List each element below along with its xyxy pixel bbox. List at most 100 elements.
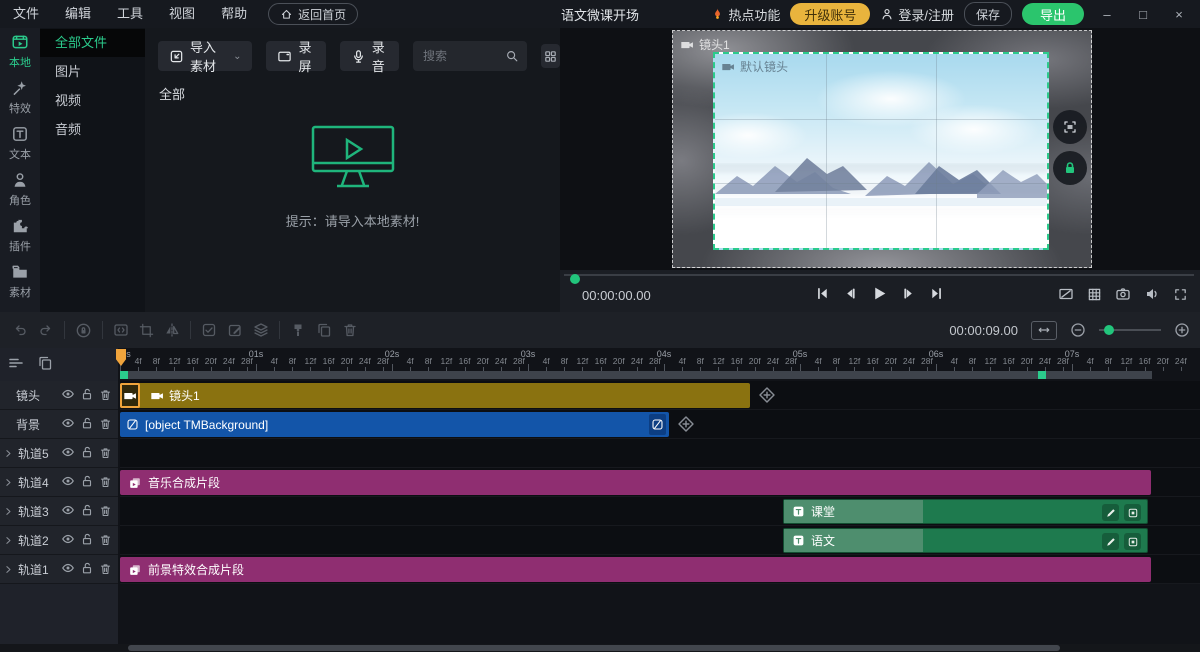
redo-button[interactable]	[38, 322, 54, 338]
timeline-scrollbar-thumb[interactable]	[128, 645, 1060, 651]
edit-clip-button[interactable]	[227, 322, 243, 338]
crop-button[interactable]	[139, 323, 154, 338]
sidebar-item-素材[interactable]: 素材	[0, 258, 40, 304]
video-canvas[interactable]: 镜头1 默认镜头	[672, 30, 1092, 268]
track-header-轨道5[interactable]: 轨道5	[0, 439, 118, 468]
animate-pen-icon[interactable]	[1102, 533, 1119, 550]
clip-frame-icon[interactable]	[1124, 533, 1141, 550]
expand-chevron-icon[interactable]	[0, 447, 16, 460]
clip-音乐合成片段[interactable]: 音乐合成片段	[120, 470, 1151, 495]
camera-marker[interactable]	[1038, 371, 1046, 379]
clip-frame-icon[interactable]	[1124, 504, 1141, 521]
undo-button[interactable]	[12, 322, 28, 338]
maximize-button[interactable]: □	[1130, 7, 1156, 22]
library-item-视频[interactable]: 视频	[40, 87, 145, 115]
flip-button[interactable]	[164, 322, 180, 338]
clip-fade-section[interactable]: 语文	[784, 529, 923, 552]
timeline-zoom-handle[interactable]	[1104, 325, 1114, 335]
import-material-button[interactable]: 导入素材 ⌄	[158, 40, 253, 74]
selected-camera-keyframe[interactable]	[120, 383, 140, 408]
volume-icon[interactable]	[1144, 286, 1160, 302]
track-delete-icon[interactable]	[99, 474, 112, 490]
search-input[interactable]	[420, 48, 505, 64]
step-back-button[interactable]	[843, 286, 858, 301]
track-header-轨道3[interactable]: 轨道3	[0, 497, 118, 526]
library-item-全部文件[interactable]: 全部文件	[40, 29, 145, 57]
menu-帮助[interactable]: 帮助	[208, 0, 260, 28]
login-button[interactable]: 登录/注册	[880, 5, 954, 24]
grid-overlay-icon[interactable]	[1087, 287, 1102, 302]
add-keyframe-button[interactable]	[677, 415, 695, 433]
step-forward-button[interactable]	[901, 286, 916, 301]
zoom-out-button[interactable]	[1070, 322, 1086, 338]
minimize-button[interactable]: –	[1094, 7, 1120, 22]
sidebar-item-插件[interactable]: 插件	[0, 212, 40, 258]
close-button[interactable]: ×	[1166, 7, 1192, 22]
delete-button[interactable]	[342, 322, 358, 338]
menu-文件[interactable]: 文件	[0, 0, 52, 28]
track-header-轨道4[interactable]: 轨道4	[0, 468, 118, 497]
select-mode-button[interactable]	[201, 322, 217, 338]
code-snippet-button[interactable]	[113, 322, 129, 338]
skip-end-button[interactable]	[929, 286, 944, 301]
timeline-overview-strip[interactable]	[120, 371, 1152, 379]
track-visibility-icon[interactable]	[61, 416, 75, 432]
record-screen-button[interactable]: 录屏	[266, 40, 326, 74]
layers-button[interactable]	[253, 322, 269, 338]
add-keyframe-button[interactable]	[758, 386, 776, 404]
default-camera-region[interactable]: 默认镜头	[713, 52, 1049, 250]
duplicate-track-icon[interactable]	[37, 355, 53, 371]
track-lock-icon[interactable]	[80, 474, 94, 490]
play-button[interactable]	[871, 285, 888, 302]
timeline-ruler[interactable]: 0s 4f 8f 12f 16f 20f 24f 28f 01s 4f 8f 12f 16f 20f 24f…	[120, 348, 1200, 371]
track-manager-icon[interactable]	[8, 355, 24, 371]
expand-chevron-icon[interactable]	[0, 563, 16, 576]
sidebar-item-文本[interactable]: 文本	[0, 120, 40, 166]
preview-progress-bar[interactable]	[564, 274, 1194, 284]
clip-语文[interactable]: 语文	[783, 528, 1148, 553]
timeline-zoom-slider[interactable]	[1099, 325, 1161, 335]
track-delete-icon[interactable]	[99, 387, 112, 403]
clip-镜头1[interactable]: 镜头1	[120, 383, 750, 408]
track-lock-icon[interactable]	[80, 532, 94, 548]
track-header-背景[interactable]: 背景	[0, 410, 118, 439]
expand-chevron-icon[interactable]	[0, 505, 16, 518]
library-item-音频[interactable]: 音频	[40, 116, 145, 144]
sidebar-item-本地[interactable]: 本地	[0, 28, 40, 74]
track-visibility-icon[interactable]	[61, 532, 75, 548]
clip-[object TMBackground][interactable]: [object TMBackground]	[120, 412, 669, 437]
filter-all-tab[interactable]: 全部	[159, 84, 185, 103]
track-lock-icon[interactable]	[80, 387, 94, 403]
timeline-scrollbar[interactable]	[0, 644, 1200, 652]
fit-canvas-button[interactable]	[1053, 110, 1087, 144]
export-button[interactable]: 导出	[1021, 3, 1084, 25]
clip-课堂[interactable]: 课堂	[783, 499, 1148, 524]
save-button[interactable]: 保存	[963, 2, 1012, 26]
menu-编辑[interactable]: 编辑	[52, 0, 104, 28]
format-brush-button[interactable]	[290, 322, 306, 338]
fullscreen-icon[interactable]	[1173, 287, 1188, 302]
track-delete-icon[interactable]	[99, 532, 112, 548]
canvas-ratio-icon[interactable]	[1058, 286, 1074, 302]
track-header-轨道1[interactable]: 轨道1	[0, 555, 118, 584]
menu-视图[interactable]: 视图	[156, 0, 208, 28]
track-visibility-icon[interactable]	[61, 503, 75, 519]
library-item-图片[interactable]: 图片	[40, 58, 145, 86]
menu-工具[interactable]: 工具	[104, 0, 156, 28]
camera-marker[interactable]	[120, 371, 128, 379]
track-delete-icon[interactable]	[99, 445, 112, 461]
track-lock-icon[interactable]	[80, 416, 94, 432]
hot-features-button[interactable]: 热点功能	[711, 5, 780, 24]
upgrade-account-button[interactable]: 升级账号	[790, 3, 871, 25]
sidebar-item-特效[interactable]: 特效	[0, 74, 40, 120]
track-visibility-icon[interactable]	[61, 387, 75, 403]
animate-pen-icon[interactable]	[1102, 504, 1119, 521]
track-visibility-icon[interactable]	[61, 561, 75, 577]
background-icon[interactable]	[649, 414, 666, 435]
copy-button[interactable]	[316, 322, 332, 338]
track-delete-icon[interactable]	[99, 416, 112, 432]
snapshot-icon[interactable]	[1115, 286, 1131, 302]
track-visibility-icon[interactable]	[61, 445, 75, 461]
track-header-镜头[interactable]: 镜头	[0, 381, 118, 410]
track-header-轨道2[interactable]: 轨道2	[0, 526, 118, 555]
